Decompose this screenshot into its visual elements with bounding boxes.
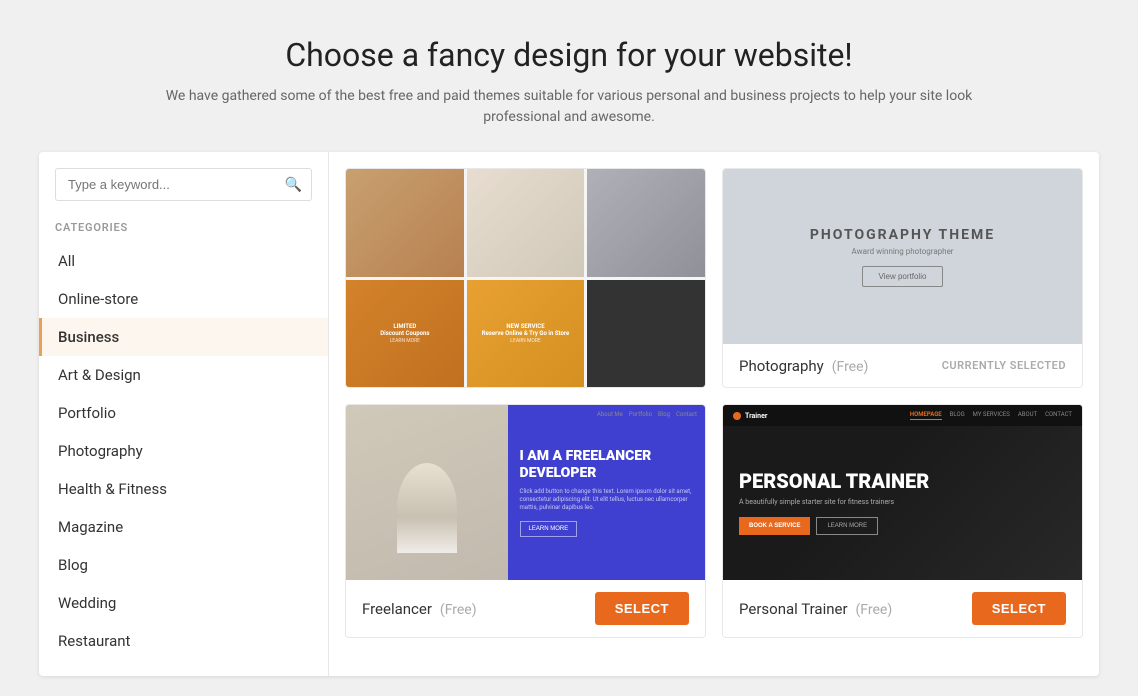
content-area: LIMITEDDiscount CouponsLEARN MORE NEW SE… (329, 152, 1099, 676)
select-button-trainer[interactable]: SELECT (972, 592, 1066, 625)
sidebar: 🔍 CATEGORIES AllOnline-storeBusinessArt … (39, 152, 329, 676)
trainer-nav: Trainer HOMEPAGE BLOG MY SERVICES ABOUT … (723, 405, 1082, 426)
trainer-book-btn[interactable]: BOOK A SERVICE (739, 517, 810, 535)
theme-footer-clothing: Clothing Store (Free) SELECT (346, 387, 705, 388)
trainer-logo: Trainer (733, 411, 767, 420)
freelancer-left (346, 405, 508, 580)
theme-preview-trainer: Trainer HOMEPAGE BLOG MY SERVICES ABOUT … (723, 405, 1082, 580)
sidebar-item-business[interactable]: Business (39, 318, 328, 356)
clothing-reserve: NEW SERVICEReserve Online & Try Go in St… (467, 280, 585, 388)
select-button-freelancer[interactable]: SELECT (595, 592, 689, 625)
page-header: Choose a fancy design for your website! … (119, 0, 1019, 152)
theme-name-freelancer: Freelancer (Free) (362, 599, 477, 618)
page-subtitle: We have gathered some of the best free a… (159, 86, 979, 128)
sidebar-item-blog[interactable]: Blog (39, 546, 328, 584)
freelancer-right: I AM A FREELANCER DEVELOPER Click add bu… (508, 405, 705, 580)
categories-label: CATEGORIES (39, 221, 328, 242)
main-container: 🔍 CATEGORIES AllOnline-storeBusinessArt … (39, 152, 1099, 676)
theme-footer-freelancer: Freelancer (Free) SELECT (346, 580, 705, 637)
theme-card-freelancer: ✦ Freelance Home About Me Portfolio Blog… (345, 404, 706, 638)
freelancer-desc: Click add button to change this text. Lo… (520, 488, 693, 513)
theme-name-photography: Photography (Free) (739, 356, 868, 375)
trainer-logo-dot (733, 412, 741, 420)
page-title: Choose a fancy design for your website! (159, 36, 979, 74)
clothing-img-2 (467, 169, 585, 277)
theme-preview-freelancer: ✦ Freelance Home About Me Portfolio Blog… (346, 405, 705, 580)
theme-preview-clothing: LIMITEDDiscount CouponsLEARN MORE NEW SE… (346, 169, 705, 387)
sidebar-item-magazine[interactable]: Magazine (39, 508, 328, 546)
trainer-subtitle: A beautifully simple starter site for fi… (739, 498, 939, 508)
sidebar-item-all[interactable]: All (39, 242, 328, 280)
clothing-img-3 (587, 169, 705, 277)
trainer-learn-btn[interactable]: LEARN MORE (816, 517, 878, 535)
photo-theme-subtitle: Award winning photographer (851, 247, 953, 256)
freelancer-nav-links: Home About Me Portfolio Blog Contact (575, 411, 697, 419)
categories-list: AllOnline-storeBusinessArt & DesignPortf… (39, 242, 328, 660)
theme-card-personal-trainer: Trainer HOMEPAGE BLOG MY SERVICES ABOUT … (722, 404, 1083, 638)
search-box: 🔍 (55, 168, 312, 201)
trainer-nav-links: HOMEPAGE BLOG MY SERVICES ABOUT CONTACT (910, 411, 1072, 420)
photo-theme-title: PHOTOGRAPHY THEME (810, 227, 995, 243)
freelancer-learn-more-btn[interactable]: LEARN MORE (520, 521, 578, 537)
photo-portfolio-btn[interactable]: View portfolio (862, 266, 944, 287)
clothing-img-1 (346, 169, 464, 277)
theme-card-clothing-store: LIMITEDDiscount CouponsLEARN MORE NEW SE… (345, 168, 706, 388)
clothing-promo: LIMITEDDiscount CouponsLEARN MORE (346, 280, 464, 388)
sidebar-item-photography[interactable]: Photography (39, 432, 328, 470)
sidebar-item-restaurant[interactable]: Restaurant (39, 622, 328, 660)
search-input[interactable] (55, 168, 312, 201)
freelancer-title: I AM A FREELANCER DEVELOPER (520, 448, 693, 482)
trainer-title: PERSONAL TRAINER (739, 470, 1066, 492)
clothing-dark (587, 280, 705, 388)
sidebar-item-health-fitness[interactable]: Health & Fitness (39, 470, 328, 508)
search-icon: 🔍 (285, 177, 302, 193)
theme-footer-trainer: Personal Trainer (Free) SELECT (723, 580, 1082, 637)
sidebar-item-portfolio[interactable]: Portfolio (39, 394, 328, 432)
sidebar-item-online-store[interactable]: Online-store (39, 280, 328, 318)
sidebar-item-art-design[interactable]: Art & Design (39, 356, 328, 394)
currently-selected-label: CURRENTLY SELECTED (942, 359, 1066, 372)
freelancer-person-img (346, 405, 508, 580)
sidebar-item-wedding[interactable]: Wedding (39, 584, 328, 622)
theme-card-photography: PHOTOGRAPHY THEME Award winning photogra… (722, 168, 1083, 388)
trainer-buttons: BOOK A SERVICE LEARN MORE (739, 517, 1066, 535)
theme-preview-photography: PHOTOGRAPHY THEME Award winning photogra… (723, 169, 1082, 344)
theme-footer-photography: Photography (Free) CURRENTLY SELECTED (723, 344, 1082, 387)
theme-name-trainer: Personal Trainer (Free) (739, 599, 892, 618)
trainer-content: PERSONAL TRAINER A beautifully simple st… (739, 470, 1066, 536)
